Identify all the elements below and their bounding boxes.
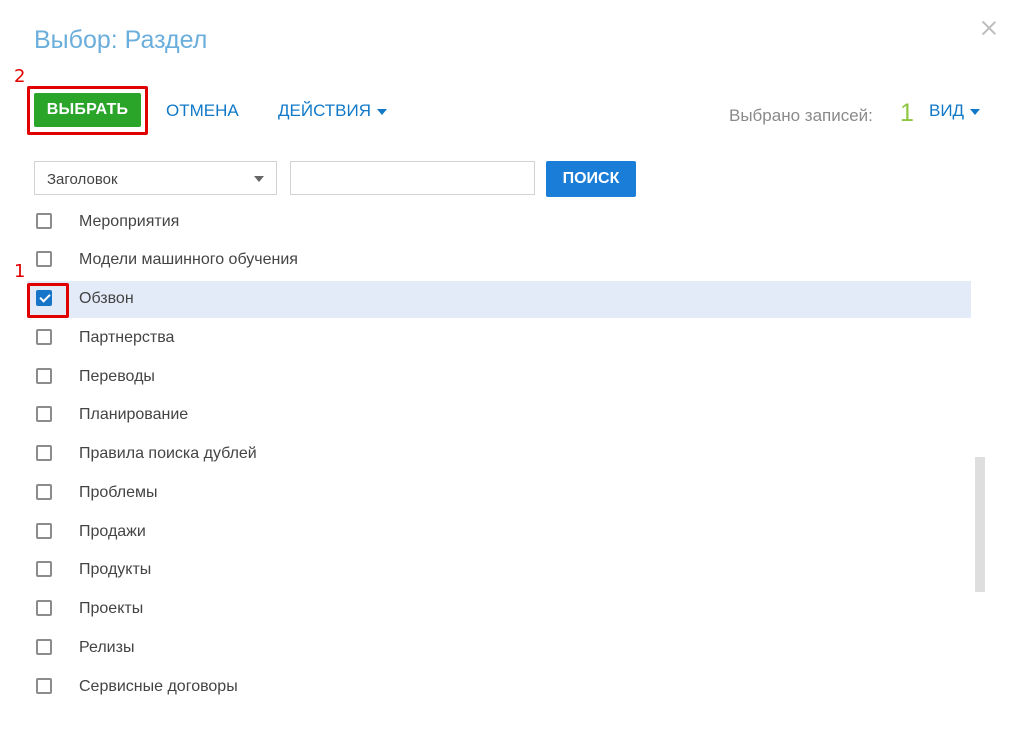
list-item[interactable]: Партнерства [0,320,972,357]
list-item[interactable]: Проекты [0,591,972,628]
filter-field-value: Заголовок [47,171,118,188]
actions-menu-label: ДЕЙСТВИЯ [278,101,372,120]
callout-highlight-checkbox [27,283,69,318]
list-item-label: Релизы [79,639,135,656]
list-item[interactable]: Планирование [0,397,972,434]
chevron-down-icon [377,108,388,115]
list-item[interactable]: Правила поиска дублей [0,436,972,473]
list-item-label: Проблемы [79,484,158,501]
vertical-scrollbar[interactable] [975,457,985,592]
checkbox-icon[interactable] [36,329,52,345]
list-item[interactable]: Сервисные договоры [0,669,972,706]
close-icon[interactable] [980,19,998,37]
checkbox-icon[interactable] [36,368,52,384]
view-menu-button[interactable]: ВИД [929,101,981,121]
list-item[interactable]: Мероприятия [0,204,972,241]
view-menu-label: ВИД [929,101,965,120]
list-item-label: Проекты [79,600,144,617]
actions-menu-button[interactable]: ДЕЙСТВИЯ [278,101,388,121]
list-item-label: Партнерства [79,329,175,346]
chevron-down-icon [254,176,264,182]
list-item-selected[interactable]: Обзвон [27,281,971,318]
checkbox-icon[interactable] [36,445,52,461]
list-item[interactable]: Продукты [0,552,972,589]
list-item-label: Обзвон [79,290,134,307]
checkbox-icon[interactable] [36,251,52,267]
list-item[interactable]: Проблемы [0,475,972,512]
list-item-label: Правила поиска дублей [79,445,257,462]
checkbox-icon[interactable] [36,213,52,229]
checkbox-icon[interactable] [36,406,52,422]
list-item-label: Сервисные договоры [79,678,238,695]
list-item-label: Переводы [79,368,155,385]
checkbox-icon[interactable] [36,484,52,500]
chevron-down-icon [970,108,981,115]
select-button[interactable]: ВЫБРАТЬ [34,93,141,127]
list-item-label: Продукты [79,561,152,578]
checkbox-icon[interactable] [36,639,52,655]
checkbox-icon[interactable] [36,678,52,694]
selected-count-label: Выбрано записей: [729,106,873,125]
list-item-label: Продажи [79,523,146,540]
callout-number-2: 2 [14,66,26,87]
checkbox-icon[interactable] [36,600,52,616]
dialog-title: Выбор: Раздел [34,26,208,54]
filter-field-select[interactable]: Заголовок [34,161,277,195]
search-input[interactable] [290,161,535,195]
list-item[interactable]: Переводы [0,359,972,396]
checkbox-icon[interactable] [36,561,52,577]
list-item-label: Мероприятия [79,213,180,230]
list-item[interactable]: Продажи [0,514,972,551]
list-item-label: Планирование [79,406,189,423]
search-button[interactable]: ПОИСК [546,161,636,197]
cancel-button[interactable]: ОТМЕНА [166,101,239,121]
list-item[interactable]: Модели машинного обучения [0,242,972,279]
checkbox-icon[interactable] [36,523,52,539]
list-item[interactable]: Релизы [0,630,972,667]
selected-count-value: 1 [900,99,914,127]
list-item-label: Модели машинного обучения [79,251,298,268]
